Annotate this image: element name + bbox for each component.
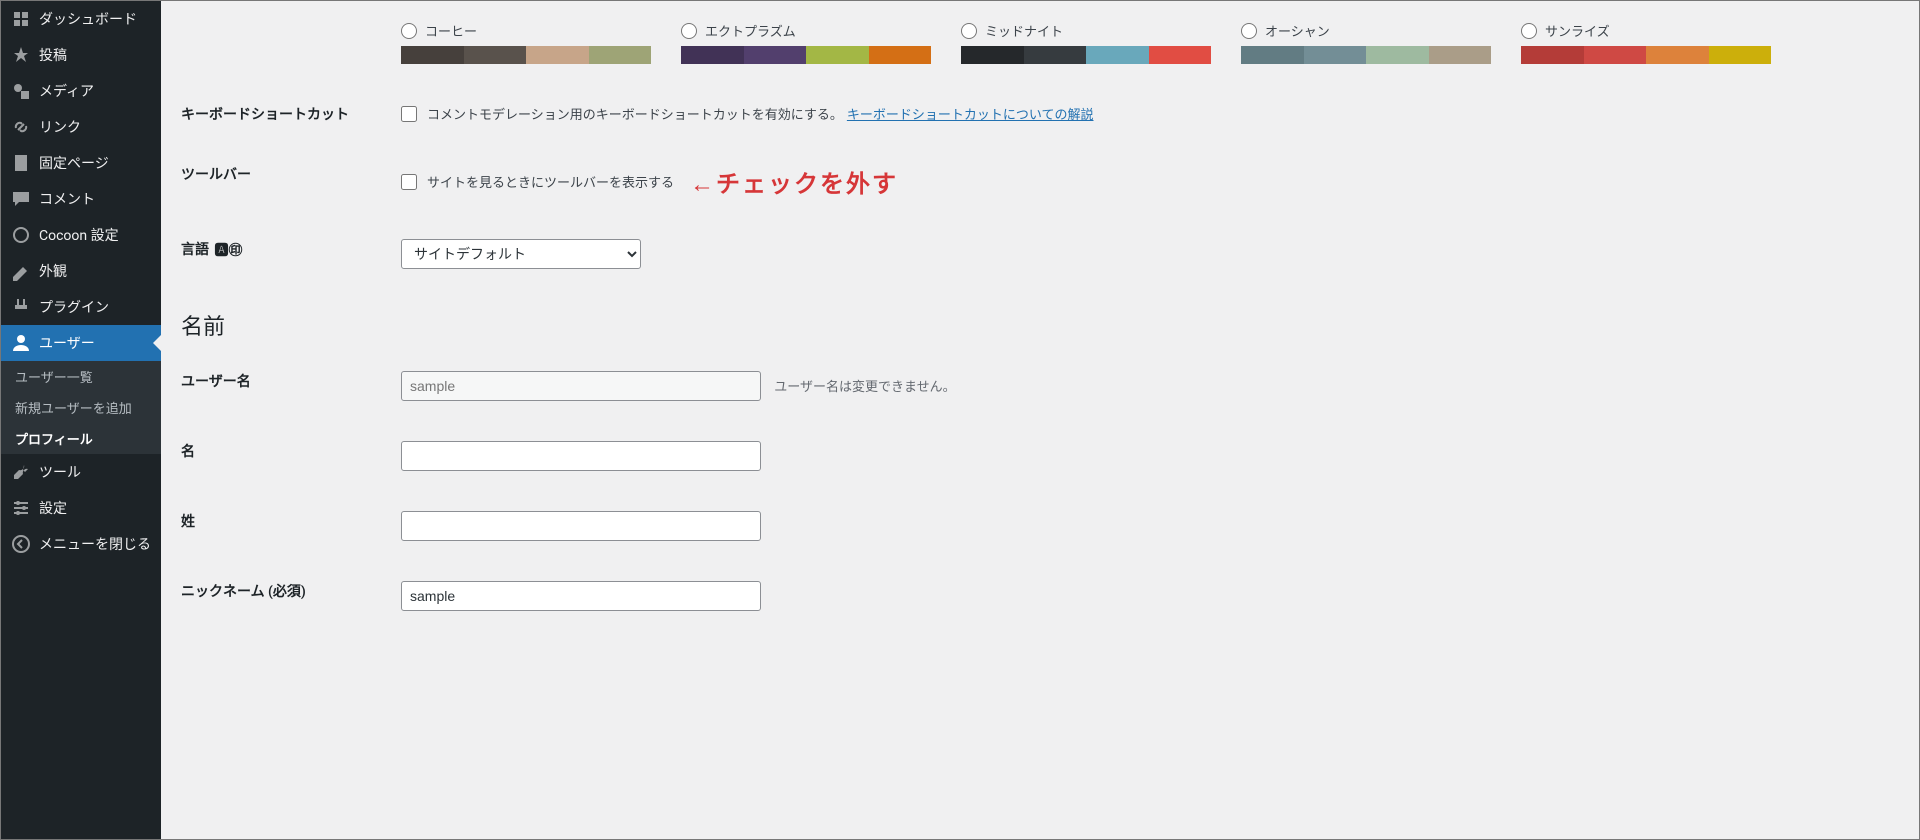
admin-sidebar: ダッシュボード 投稿 メディア リンク 固定ページ コメント Cocoon 設定	[1, 1, 161, 839]
sidebar-item-comments[interactable]: コメント	[1, 181, 161, 217]
toolbar-checkbox[interactable]	[401, 174, 417, 190]
sidebar-item-label: Cocoon 設定	[39, 225, 119, 245]
scheme-swatch	[1521, 46, 1771, 64]
scheme-label: オーシャン	[1265, 21, 1330, 40]
comment-icon	[11, 189, 31, 209]
username-note: ユーザー名は変更できません。	[774, 380, 955, 395]
sidebar-item-label: 投稿	[39, 45, 67, 65]
sidebar-item-label: ユーザー	[39, 333, 95, 353]
keyboard-shortcut-help-link[interactable]: キーボードショートカットについての解説	[847, 104, 1094, 123]
toolbar-checkbox-text: サイトを見るときにツールバーを表示する	[427, 172, 674, 191]
sidebar-item-dashboard[interactable]: ダッシュボード	[1, 1, 161, 37]
firstname-label: 名	[181, 421, 401, 491]
settings-icon	[11, 498, 31, 518]
color-scheme-grid: コーヒー エクトプラズム ミッドナイト オーシャン	[401, 21, 1889, 64]
page-icon	[11, 153, 31, 173]
dashboard-icon	[11, 9, 31, 29]
scheme-radio[interactable]	[1521, 23, 1537, 39]
lastname-input[interactable]	[401, 511, 761, 541]
sidebar-item-label: 外観	[39, 261, 67, 281]
translate-icon: 🅰㊞	[214, 240, 242, 260]
media-icon	[11, 81, 31, 101]
cocoon-icon	[11, 225, 31, 245]
sidebar-item-tools[interactable]: ツール	[1, 454, 161, 490]
sidebar-item-label: メニューを閉じる	[39, 534, 151, 554]
submenu-item-profile[interactable]: プロフィール	[1, 423, 161, 454]
scheme-midnight[interactable]: ミッドナイト	[961, 21, 1211, 64]
lastname-label: 姓	[181, 491, 401, 561]
sidebar-item-label: 固定ページ	[39, 153, 109, 173]
scheme-swatch	[1241, 46, 1491, 64]
user-icon	[11, 333, 31, 353]
tool-icon	[11, 462, 31, 482]
sidebar-item-label: ツール	[39, 462, 81, 482]
scheme-radio[interactable]	[681, 23, 697, 39]
scheme-radio[interactable]	[1241, 23, 1257, 39]
sidebar-item-label: プラグイン	[39, 297, 109, 317]
annotation-uncheck: ←チェックを外す	[690, 164, 898, 199]
sidebar-item-collapse[interactable]: メニューを閉じる	[1, 526, 161, 562]
keyboard-shortcut-checkbox[interactable]	[401, 106, 417, 122]
sidebar-item-media[interactable]: メディア	[1, 73, 161, 109]
scheme-label: サンライズ	[1545, 21, 1610, 40]
scheme-ectoplasm[interactable]: エクトプラズム	[681, 21, 931, 64]
sidebar-item-posts[interactable]: 投稿	[1, 37, 161, 73]
appearance-icon	[11, 261, 31, 281]
sidebar-item-label: ダッシュボード	[39, 9, 137, 29]
toolbar-label: ツールバー	[181, 144, 401, 219]
submenu-item-add-user[interactable]: 新規ユーザーを追加	[1, 392, 161, 423]
sidebar-item-cocoon[interactable]: Cocoon 設定	[1, 217, 161, 253]
plugin-icon	[11, 297, 31, 317]
scheme-label: コーヒー	[425, 21, 477, 40]
sidebar-item-plugins[interactable]: プラグイン	[1, 289, 161, 325]
collapse-icon	[11, 534, 31, 554]
keyboard-shortcut-label: キーボードショートカット	[181, 84, 401, 144]
sidebar-item-users[interactable]: ユーザー	[1, 325, 161, 361]
scheme-ocean[interactable]: オーシャン	[1241, 21, 1491, 64]
pin-icon	[11, 45, 31, 65]
sidebar-item-label: メディア	[39, 81, 94, 101]
link-icon	[11, 117, 31, 137]
scheme-label: ミッドナイト	[985, 21, 1063, 40]
sidebar-item-pages[interactable]: 固定ページ	[1, 145, 161, 181]
sidebar-item-settings[interactable]: 設定	[1, 490, 161, 526]
username-label: ユーザー名	[181, 351, 401, 421]
scheme-radio[interactable]	[401, 23, 417, 39]
scheme-swatch	[961, 46, 1211, 64]
submenu-item-users-list[interactable]: ユーザー一覧	[1, 361, 161, 392]
nickname-input[interactable]	[401, 581, 761, 611]
sidebar-item-label: 設定	[39, 498, 67, 518]
scheme-coffee[interactable]: コーヒー	[401, 21, 651, 64]
keyboard-shortcut-text: コメントモデレーション用のキーボードショートカットを有効にする。	[427, 104, 843, 123]
sidebar-item-appearance[interactable]: 外観	[1, 253, 161, 289]
language-select[interactable]: サイトデフォルト	[401, 239, 641, 269]
username-input	[401, 371, 761, 401]
language-label: 言語	[181, 242, 209, 258]
sidebar-item-links[interactable]: リンク	[1, 109, 161, 145]
scheme-radio[interactable]	[961, 23, 977, 39]
scheme-swatch	[401, 46, 651, 64]
nickname-label: ニックネーム (必須)	[181, 561, 401, 631]
profile-content: コーヒー エクトプラズム ミッドナイト オーシャン	[161, 1, 1919, 839]
firstname-input[interactable]	[401, 441, 761, 471]
name-section-heading: 名前	[181, 289, 1899, 351]
sidebar-item-label: リンク	[39, 117, 81, 137]
sidebar-item-label: コメント	[39, 189, 95, 209]
scheme-sunrise[interactable]: サンライズ	[1521, 21, 1771, 64]
users-submenu: ユーザー一覧 新規ユーザーを追加 プロフィール	[1, 361, 161, 454]
scheme-label: エクトプラズム	[705, 21, 796, 40]
scheme-swatch	[681, 46, 931, 64]
